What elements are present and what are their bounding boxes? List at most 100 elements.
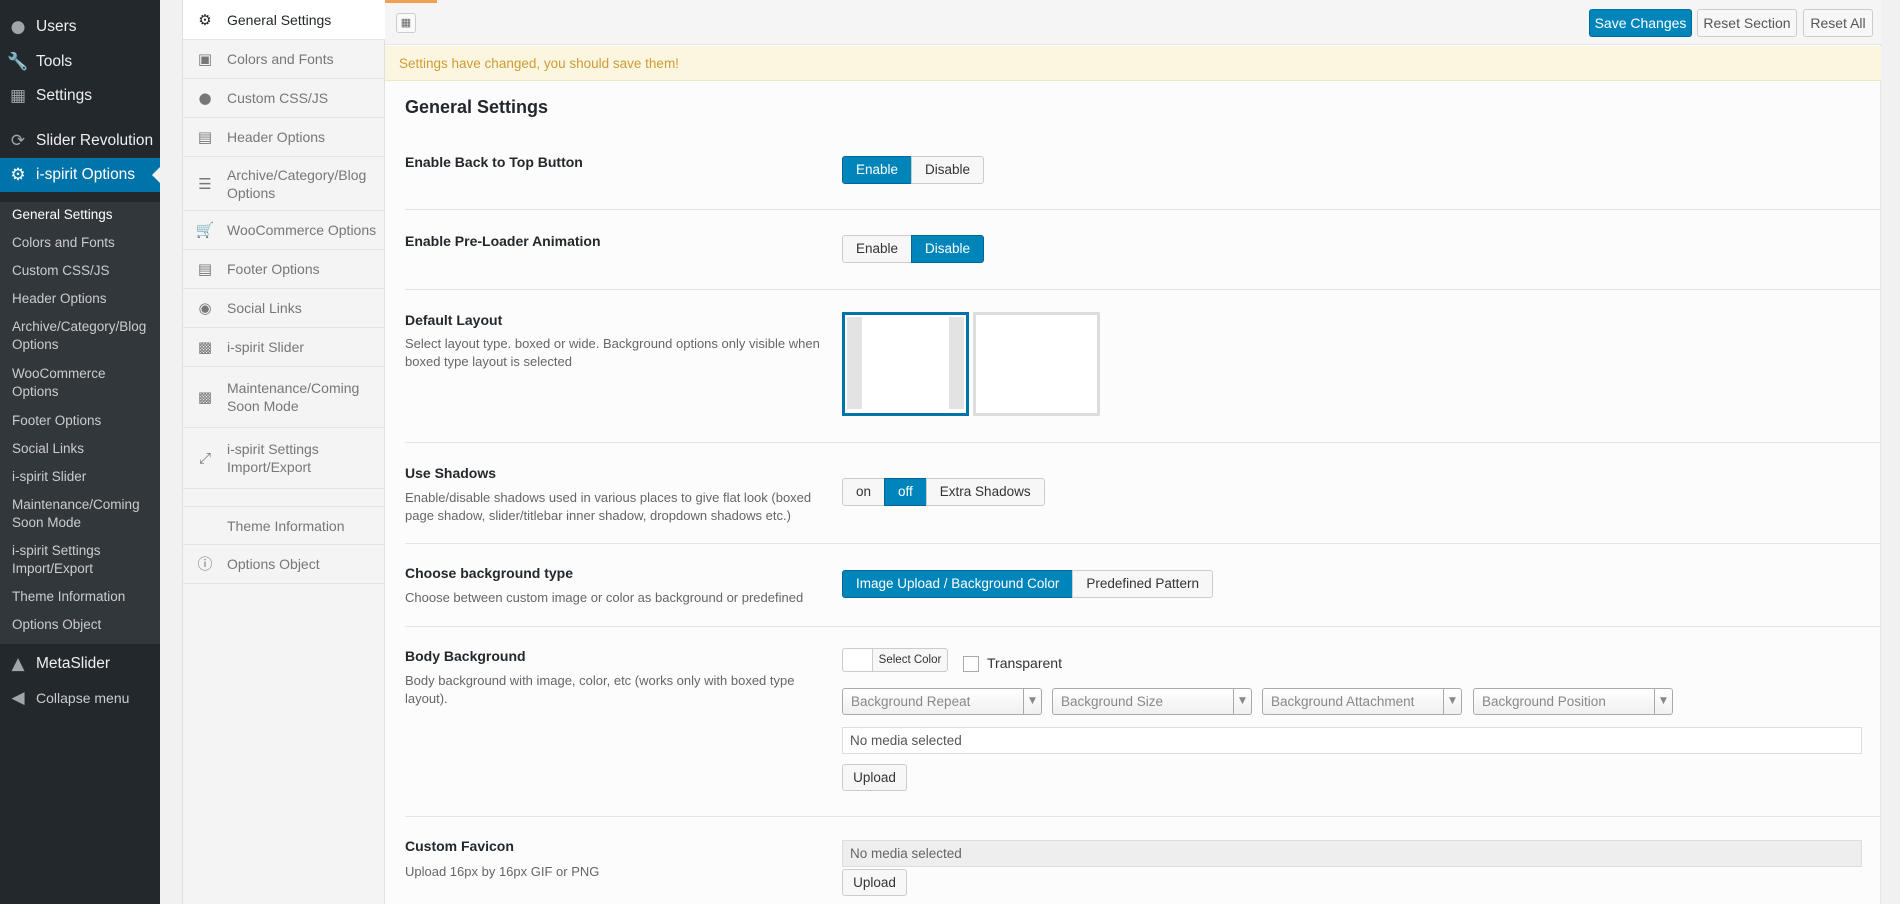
chevron-down-icon: ▼	[1233, 689, 1251, 714]
transparent-checkbox[interactable]	[963, 656, 979, 672]
layout-boxed-option[interactable]	[842, 312, 969, 416]
section-title: General Settings	[405, 97, 549, 117]
use-shadows-title: Use Shadows	[405, 465, 497, 481]
background-position-select[interactable]: Background Position ▼	[1473, 688, 1673, 715]
settings-changed-notice: Settings have changed, you should save t…	[385, 46, 1881, 81]
reset-section-button[interactable]: Reset Section	[1697, 9, 1797, 37]
panel-tab-label: Header Options	[227, 129, 326, 145]
menu-item-users[interactable]: ● Users	[0, 10, 160, 44]
panel-tab-label: WooCommerce Options	[227, 222, 377, 238]
background-repeat-select[interactable]: Background Repeat ▼	[842, 688, 1042, 715]
panel-tab-import-export[interactable]: ⤢ i-spirit Settings Import/Export	[183, 428, 385, 489]
submenu-item-ispirit-slider[interactable]: i-spirit Slider	[12, 468, 152, 486]
panel-tab-archive-options[interactable]: ☰ Archive/Category/Blog Options	[183, 157, 385, 211]
submenu-item-header-options[interactable]: Header Options	[12, 290, 152, 308]
panel-tab-label: Archive/Category/Blog Options	[227, 166, 367, 201]
back-to-top-title: Enable Back to Top Button	[405, 154, 583, 170]
panel-tab-custom-css[interactable]: ● Custom CSS/JS	[183, 79, 385, 118]
menu-item-label: Tools	[36, 53, 73, 70]
bg-type-image-button[interactable]: Image Upload / Background Color	[842, 570, 1074, 598]
background-type-desc: Choose between custom image or color as …	[405, 590, 804, 605]
panel-tab-social-links[interactable]: ◉ Social Links	[183, 289, 385, 328]
menu-item-slider-revolution[interactable]: ⟳ Slider Revolution	[0, 124, 160, 158]
panel-tab-label: Custom CSS/JS	[227, 90, 329, 106]
menu-item-label: MetaSlider	[36, 655, 111, 672]
admin-sidebar: ● Users 🔧 Tools ▦ Settings ⟳ Slider Revo…	[0, 0, 160, 904]
divider	[405, 816, 1881, 817]
panel-tab-maintenance[interactable]: ▩ Maintenance/Coming Soon Mode	[183, 367, 385, 428]
favicon-upload-button[interactable]: Upload	[842, 869, 907, 896]
divider	[405, 289, 1881, 290]
wrench-icon: 🔧	[7, 52, 29, 72]
background-size-select[interactable]: Background Size ▼	[1052, 688, 1252, 715]
shadows-off-button[interactable]: off	[884, 478, 927, 506]
submenu-item-social-links[interactable]: Social Links	[12, 440, 152, 458]
panel-tab-footer-options[interactable]: ▤ Footer Options	[183, 250, 385, 289]
footer-icon: ▤	[197, 260, 213, 278]
gear-icon: ⚙	[10, 165, 26, 185]
image-icon: ▩	[197, 388, 213, 406]
submenu-item-options-object[interactable]: Options Object	[12, 616, 152, 634]
save-changes-button[interactable]: Save Changes	[1589, 9, 1692, 37]
default-layout-desc: Select layout type. boxed or wide. Backg…	[405, 336, 820, 369]
menu-item-tools[interactable]: 🔧 Tools	[0, 45, 160, 79]
panel-tab-theme-information[interactable]: Theme Information	[183, 506, 385, 545]
settings-icon: ▦	[9, 86, 27, 106]
submenu-item-archive-options[interactable]: Archive/Category/Blog Options	[12, 318, 152, 354]
submenu-item-import-export[interactable]: i-spirit Settings Import/Export	[12, 542, 152, 578]
options-main: ▦ Save Changes Reset Section Reset All S…	[385, 0, 1881, 904]
options-toolbar: ▦ Save Changes Reset Section Reset All	[385, 0, 1881, 45]
favicon-media-field[interactable]: No media selected	[842, 840, 1862, 867]
menu-item-ispirit-options[interactable]: ⚙ i-spirit Options	[0, 158, 160, 192]
info-icon: ⓘ	[197, 555, 213, 573]
submenu-item-maintenance[interactable]: Maintenance/Coming Soon Mode	[12, 496, 152, 532]
preloader-enable-button[interactable]: Enable	[842, 235, 913, 263]
options-panel-menu: ⚙ General Settings ▣ Colors and Fonts ● …	[182, 0, 385, 904]
shadows-extra-button[interactable]: Extra Shadows	[925, 478, 1045, 506]
collapse-menu-button[interactable]: ◀ Collapse menu	[0, 681, 160, 715]
custom-favicon-title: Custom Favicon	[405, 838, 514, 854]
compress-icon: ⤢	[198, 449, 211, 467]
divider	[405, 626, 1881, 627]
menu-item-settings[interactable]: ▦ Settings	[0, 79, 160, 113]
select-color-button[interactable]: Select Color	[842, 648, 948, 672]
preloader-disable-button[interactable]: Disable	[911, 235, 985, 263]
submenu-item-theme-information[interactable]: Theme Information	[12, 588, 152, 606]
select-value: Background Size	[1061, 694, 1164, 709]
back-to-top-buttonset: Enable Disable	[842, 156, 985, 184]
shadows-on-button[interactable]: on	[842, 478, 886, 506]
body-background-upload-button[interactable]: Upload	[842, 764, 907, 791]
submenu-item-woocommerce-options[interactable]: WooCommerce Options	[12, 365, 152, 401]
metaslider-icon: ▲	[11, 654, 25, 674]
divider	[405, 209, 1881, 210]
panel-tab-woocommerce-options[interactable]: 🛒 WooCommerce Options	[183, 211, 385, 250]
bg-type-pattern-button[interactable]: Predefined Pattern	[1072, 570, 1213, 598]
refresh-icon: ⟳	[10, 131, 26, 151]
palette-icon: ▣	[197, 50, 213, 68]
body-background-media-field[interactable]: No media selected	[842, 727, 1862, 754]
panel-tab-header-options[interactable]: ▤ Header Options	[183, 118, 385, 157]
menu-item-label: Settings	[36, 87, 93, 104]
back-to-top-disable-button[interactable]: Disable	[911, 156, 985, 184]
panel-tab-ispirit-slider[interactable]: ▩ i-spirit Slider	[183, 328, 385, 367]
submenu-item-footer-options[interactable]: Footer Options	[12, 412, 152, 430]
select-value: Background Repeat	[851, 694, 971, 709]
panel-tab-label: i-spirit Settings Import/Export	[227, 441, 319, 475]
layout-wide-option[interactable]	[973, 312, 1100, 416]
preloader-title: Enable Pre-Loader Animation	[405, 233, 601, 249]
panel-tab-general-settings[interactable]: ⚙ General Settings	[183, 0, 385, 40]
menu-item-metaslider[interactable]: ▲ MetaSlider	[0, 647, 160, 681]
submenu-item-general-settings[interactable]: General Settings	[12, 206, 152, 224]
body-background-desc: Body background with image, color, etc (…	[405, 673, 795, 706]
reset-all-button[interactable]: Reset All	[1803, 9, 1873, 37]
background-attachment-select[interactable]: Background Attachment ▼	[1262, 688, 1462, 715]
chevron-down-icon: ▼	[1654, 689, 1672, 714]
submenu-item-custom-css[interactable]: Custom CSS/JS	[12, 262, 152, 280]
back-to-top-enable-button[interactable]: Enable	[842, 156, 913, 184]
expand-options-icon[interactable]: ▦	[396, 13, 416, 33]
panel-tab-options-object[interactable]: ⓘ Options Object	[183, 545, 385, 584]
submenu-item-colors-fonts[interactable]: Colors and Fonts	[12, 234, 152, 252]
default-layout-title: Default Layout	[405, 312, 503, 328]
panel-tab-colors-fonts[interactable]: ▣ Colors and Fonts	[183, 40, 385, 79]
list-icon: ☰	[198, 174, 212, 193]
